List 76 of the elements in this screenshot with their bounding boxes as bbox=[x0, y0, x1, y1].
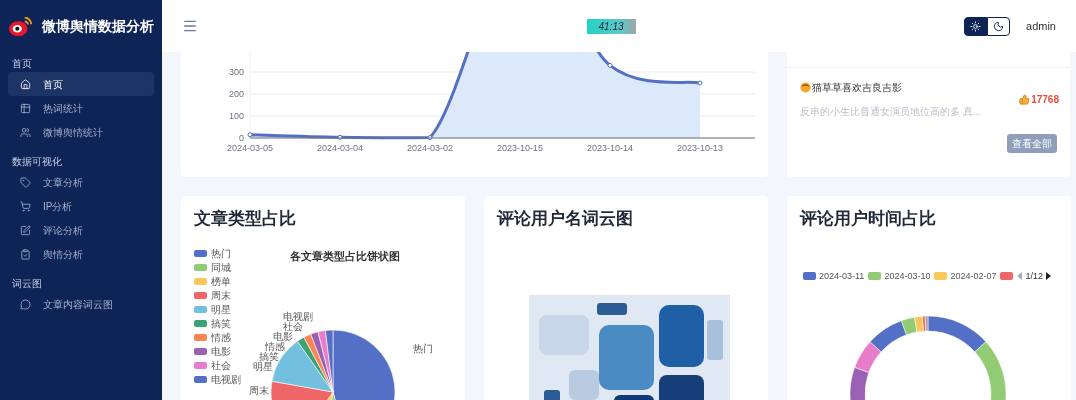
slice-label: 周末 bbox=[249, 386, 269, 396]
next-page-icon[interactable] bbox=[1046, 272, 1051, 281]
people-icon bbox=[20, 126, 31, 138]
data-point bbox=[247, 132, 253, 138]
cart-icon bbox=[20, 200, 31, 212]
thumbs-up-icon bbox=[1019, 94, 1031, 105]
user-name[interactable]: admin bbox=[1026, 17, 1056, 35]
nav-item[interactable]: 评论分析 bbox=[8, 218, 154, 242]
nav-group-label: 数据可视化 bbox=[11, 154, 63, 169]
legend-label[interactable]: 榜单 bbox=[211, 276, 231, 287]
donut-segment bbox=[854, 341, 882, 373]
card-title: 评论用户名词云图 bbox=[497, 208, 634, 230]
legend-label[interactable]: 社会 bbox=[211, 360, 231, 371]
y-tick-label: 100 bbox=[228, 111, 244, 121]
legend-label[interactable]: 2024-02-07 bbox=[950, 269, 997, 283]
slice-label: 明星 bbox=[253, 362, 273, 372]
slice-label: 电影 bbox=[273, 332, 293, 342]
y-tick-label: 200 bbox=[228, 89, 244, 99]
nav-item[interactable]: 文章内容词云图 bbox=[8, 292, 154, 316]
x-tick-label: 2023-10-13 bbox=[677, 143, 723, 153]
card-title: 文章类型占比 bbox=[194, 208, 297, 230]
nav-group-label: 词云图 bbox=[11, 276, 43, 291]
timer: 41:13 bbox=[586, 18, 636, 34]
data-point bbox=[697, 80, 703, 86]
home-icon bbox=[20, 78, 31, 90]
nav-group-label: 首页 bbox=[11, 56, 33, 71]
moon-icon bbox=[993, 20, 1005, 32]
data-point bbox=[607, 62, 613, 68]
nav-item[interactable]: 热词统计 bbox=[8, 96, 154, 120]
legend-label[interactable]: 2024-03-11 bbox=[819, 269, 865, 283]
tag-icon bbox=[20, 176, 31, 188]
slice-label: 搞笑 bbox=[259, 352, 279, 362]
chart-title: 各文章类型占比饼状图 bbox=[290, 248, 400, 264]
legend-label[interactable]: 电视剧 bbox=[211, 374, 241, 385]
slice-label: 热门 bbox=[413, 344, 433, 354]
slice-label: 社会 bbox=[283, 322, 303, 332]
data-point bbox=[427, 135, 433, 141]
slice-label: 情感 bbox=[265, 342, 285, 352]
legend-label[interactable]: 热门 bbox=[211, 248, 231, 259]
light-theme-button[interactable] bbox=[964, 16, 988, 36]
x-tick-label: 2024-03-02 bbox=[407, 143, 453, 153]
nav-item[interactable]: IP分析 bbox=[8, 194, 154, 218]
comment-user: 猫草草喜欢吉良吉影 bbox=[812, 81, 902, 95]
slice-label: 电视剧 bbox=[283, 312, 313, 322]
legend-label[interactable]: 同城 bbox=[211, 262, 231, 273]
sun-icon bbox=[970, 20, 982, 32]
menu-button[interactable] bbox=[182, 18, 198, 34]
y-tick-label: 300 bbox=[228, 67, 244, 77]
legend-label[interactable]: 搞笑 bbox=[211, 318, 231, 329]
x-tick-label: 2024-03-05 bbox=[227, 143, 273, 153]
x-tick-label: 2023-10-15 bbox=[497, 143, 543, 153]
data-point bbox=[337, 134, 343, 140]
chat-bubble-icon bbox=[20, 298, 31, 310]
card-title: 评论用户时间占比 bbox=[800, 208, 937, 230]
nav-item[interactable]: 微博舆情统计 bbox=[8, 120, 154, 144]
comment-text: 反串的小生比普通女演员地位高的多 真... bbox=[800, 105, 983, 119]
logo-icon bbox=[8, 14, 34, 38]
legend-label[interactable]: 周末 bbox=[211, 290, 231, 301]
nav-item[interactable]: 文章分析 bbox=[8, 170, 154, 194]
legend-label[interactable]: 明星 bbox=[211, 304, 231, 315]
avatar-icon bbox=[800, 82, 811, 93]
edit-icon bbox=[20, 224, 31, 236]
y-tick-label: 0 bbox=[239, 133, 244, 143]
legend-label[interactable]: 电影 bbox=[211, 346, 231, 357]
dark-theme-button[interactable] bbox=[987, 16, 1011, 36]
legend-label[interactable]: 2024-03-10 bbox=[884, 269, 931, 283]
clipboard-check-icon bbox=[20, 248, 31, 260]
like-count: 17768 bbox=[1031, 93, 1059, 107]
legend-pager: 1/12 bbox=[1025, 269, 1043, 283]
table-icon bbox=[20, 102, 31, 114]
app-title: 微博舆情数据分析 bbox=[42, 16, 154, 36]
legend-label[interactable]: 情感 bbox=[211, 332, 231, 343]
nav-item[interactable]: 首页 bbox=[8, 72, 154, 96]
nav-item[interactable]: 舆情分析 bbox=[8, 242, 154, 266]
x-tick-label: 2024-03-04 bbox=[317, 143, 363, 153]
x-tick-label: 2023-10-14 bbox=[587, 143, 633, 153]
